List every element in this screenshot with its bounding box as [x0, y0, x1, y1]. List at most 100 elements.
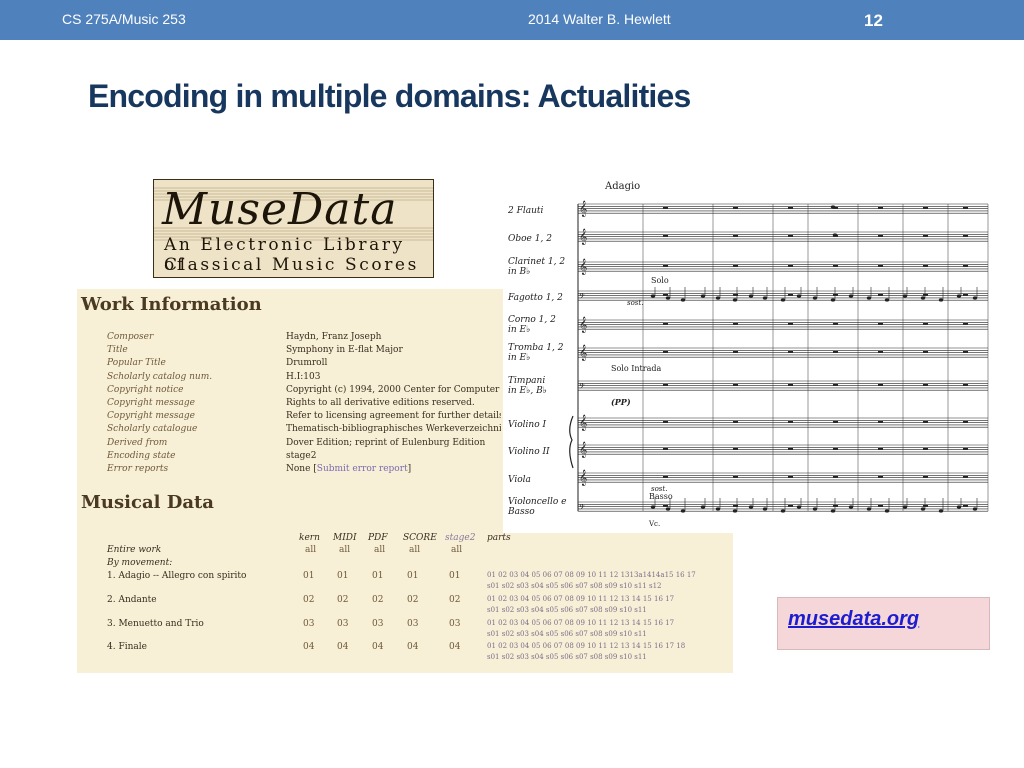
entire-work-link[interactable]: all [305, 545, 316, 555]
rest-mark [963, 294, 968, 296]
note-head [732, 298, 738, 302]
rest-mark [923, 351, 928, 353]
movement-file-link[interactable]: 02 [449, 595, 460, 605]
movement-file-link[interactable]: 03 [407, 619, 418, 629]
rest-mark [788, 351, 793, 353]
work-information-panel: Work Information Composer Haydn, Franz Jo… [77, 289, 503, 533]
movement-file-link[interactable]: 04 [449, 642, 460, 652]
bass-clef-icon: 𝄢 [579, 292, 585, 303]
entire-work-link[interactable]: all [451, 545, 462, 555]
instrument-name: Corno 1, 2 [508, 315, 556, 325]
rest-mark [733, 207, 738, 209]
movement-label: 1. Adagio -- Allegro con spirito [107, 571, 247, 581]
note-head [680, 298, 686, 302]
note-head [830, 205, 836, 209]
movement-file-link[interactable]: 01 [407, 571, 418, 581]
movement-file-link[interactable]: 02 [407, 595, 418, 605]
movement-file-link[interactable]: 03 [337, 619, 348, 629]
rest-mark [833, 351, 838, 353]
instrument-name: Clarinet 1, 2 [508, 257, 566, 267]
movement-parts-link[interactable]: 01 02 03 04 05 06 07 08 09 10 11 12 1313… [487, 571, 696, 579]
rest-mark [923, 265, 928, 267]
work-info-value-text: stage2 [286, 450, 317, 461]
instrument-name: Tromba 1, 2 [508, 343, 564, 353]
instrument-label: 2 Flauti [508, 206, 543, 216]
entire-work-link[interactable]: all [339, 545, 350, 555]
entire-work-link[interactable]: all [374, 545, 385, 555]
movement-parts-link[interactable]: 01 02 03 04 05 06 07 08 09 10 11 12 13 1… [487, 642, 685, 650]
movement-file-link[interactable]: 01 [337, 571, 348, 581]
instrument-transposition: in E♭, B♭ [508, 386, 547, 396]
treble-clef-icon: 𝄞 [579, 229, 587, 245]
note-head [902, 294, 908, 298]
slide-title: Encoding in multiple domains: Actualitie… [88, 78, 691, 114]
rest-mark [663, 351, 668, 353]
work-info-label: Error reports [107, 464, 169, 474]
note-head [920, 296, 926, 300]
course-label: CS 275A/Music 253 [62, 11, 186, 27]
movement-file-link[interactable]: 01 [372, 571, 383, 581]
movement-stage-parts-link[interactable]: s01 s02 s03 s04 s05 s06 s07 s08 s09 s10 … [487, 630, 647, 638]
work-info-label: Popular Title [107, 358, 166, 369]
movement-file-link[interactable]: 01 [303, 571, 314, 581]
note-head [748, 505, 754, 509]
movement-file-link[interactable]: 04 [303, 642, 314, 652]
submit-error-report-link[interactable]: Submit error report [317, 464, 408, 474]
treble-clef-icon: 𝄞 [579, 470, 587, 486]
logo-title: MuseData [162, 184, 398, 235]
work-info-label: Scholarly catalogue [107, 424, 198, 435]
string-brace [569, 415, 574, 469]
score-excerpt: Adagio 𝄞 𝄞 𝄞 𝄢 𝄞 𝄞 𝄢 𝄞 𝄞 𝄞 𝄢 2 Flauti Oboe 1, 2 Clar… [503, 178, 993, 530]
movement-stage-parts-link[interactable]: s01 s02 s03 s04 s05 s06 s07 s08 s09 s10 … [487, 653, 647, 661]
column-header: parts [487, 533, 511, 543]
work-info-value-text: Haydn, Franz Joseph [286, 332, 382, 342]
note-head [848, 294, 854, 298]
page-number: 12 [864, 11, 883, 30]
note-head [832, 233, 838, 237]
movement-file-link[interactable]: 04 [372, 642, 383, 652]
musedata-link[interactable]: musedata.org [788, 608, 919, 631]
work-info-value: Rights to all derivative editions reserv… [286, 398, 501, 408]
rest-mark [663, 294, 668, 296]
rest-mark [663, 505, 668, 507]
instrument-label: Fagotto 1, 2 [508, 293, 563, 303]
movement-stage-parts-link[interactable]: s01 s02 s03 s04 s05 s06 s07 s08 s09 s10 … [487, 606, 647, 614]
rest-mark [788, 294, 793, 296]
musedata-logo: MuseData An Electronic Library of Classi… [153, 179, 434, 278]
rest-mark [963, 384, 968, 386]
rest-mark [788, 323, 793, 325]
movement-file-link[interactable]: 03 [303, 619, 314, 629]
movement-parts-link[interactable]: 01 02 03 04 05 06 07 08 09 10 11 12 13 1… [487, 619, 674, 627]
column-header: PDF [368, 533, 388, 543]
movement-stage-parts-link[interactable]: s01 s02 s03 s04 s05 s06 s07 s08 s09 s10 … [487, 582, 661, 590]
rest-mark [663, 476, 668, 478]
movement-file-link[interactable]: 02 [303, 595, 314, 605]
rest-mark [923, 384, 928, 386]
movement-file-link[interactable]: 03 [372, 619, 383, 629]
entire-work-link[interactable]: all [409, 545, 420, 555]
note-head [796, 505, 802, 509]
score-staves: 𝄞 𝄞 𝄞 𝄢 𝄞 𝄞 𝄢 𝄞 𝄞 𝄞 𝄢 [569, 201, 989, 514]
instrument-name: Violino II [508, 447, 550, 457]
movement-file-link[interactable]: 04 [337, 642, 348, 652]
movement-file-link[interactable]: 02 [337, 595, 348, 605]
work-info-value: Thematisch-bibliographisches Werkeverzei… [286, 424, 501, 434]
rest-mark [963, 323, 968, 325]
note-head [762, 296, 768, 300]
bass-clef-icon: 𝄢 [579, 503, 585, 514]
work-info-value: Refer to licensing agreement for further… [286, 411, 501, 421]
rest-mark [878, 294, 883, 296]
movement-file-link[interactable]: 03 [449, 619, 460, 629]
movement-file-link[interactable]: 04 [407, 642, 418, 652]
instrument-label: Corno 1, 2 in E♭ [508, 315, 556, 335]
note-head [715, 507, 721, 511]
instrument-label: Oboe 1, 2 [508, 234, 552, 244]
musical-data-heading: Musical Data [81, 492, 214, 513]
rest-mark [733, 476, 738, 478]
movement-file-link[interactable]: 01 [449, 571, 460, 581]
treble-clef-icon: 𝄞 [579, 442, 587, 458]
movement-label: 3. Menuetto and Trio [107, 619, 204, 629]
movement-file-link[interactable]: 02 [372, 595, 383, 605]
movement-parts-link[interactable]: 01 02 03 04 05 06 07 08 09 10 11 12 13 1… [487, 595, 674, 603]
rest-mark [788, 505, 793, 507]
